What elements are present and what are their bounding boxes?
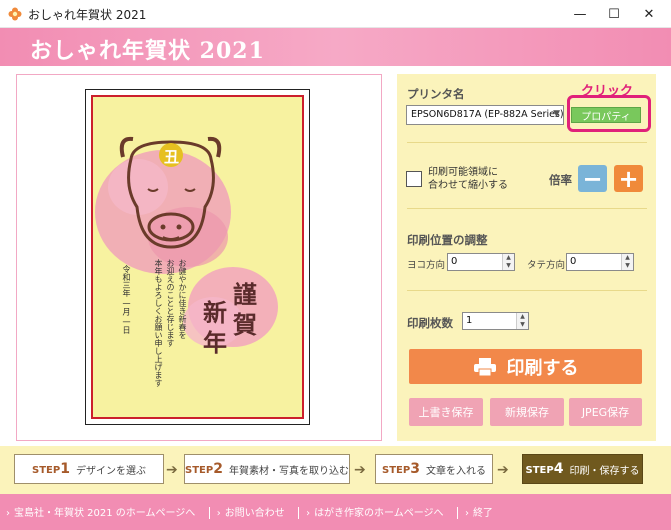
step-number: STEP2 (185, 461, 223, 477)
contact-link[interactable]: お問い合わせ (225, 508, 285, 519)
arrow-right-icon: ➔ (354, 462, 366, 478)
footer-chevron-icon: › (6, 508, 10, 519)
printer-select[interactable]: EPSON6D817A (EP-882A Series) ▼ (406, 105, 564, 125)
artist-homepage-link[interactable]: はがき作家のホームページへ (314, 508, 444, 519)
window-title: おしゃれ年賀状 2021 (28, 8, 147, 22)
fit-printable-area-checkbox[interactable] (406, 171, 422, 187)
homepage-link[interactable]: 宝島社・年賀状 2021 のホームページへ (14, 508, 195, 519)
postcard-canvas: 丑 謹 賀 新 年 お健やかに佳き新春を お迎えのことと存じます 本年もよろしく… (91, 95, 304, 419)
vertical-offset-input[interactable]: 0 ▲ ▼ (566, 253, 634, 271)
separator (297, 507, 299, 519)
jpeg-save-button[interactable]: JPEG保存 (569, 398, 642, 426)
fit-label-line1: 印刷可能領域に (428, 167, 498, 178)
spin-arrows-icon[interactable]: ▲ ▼ (621, 254, 633, 270)
greeting-date: 令和三年 一月 一日 (122, 265, 131, 335)
printer-select-value: EPSON6D817A (EP-882A Series) (411, 109, 564, 120)
vertical-label: タテ方向 (527, 260, 566, 271)
footer-chevron-icon: › (216, 508, 221, 519)
copies-input[interactable]: 1 ▲ ▼ (462, 312, 529, 330)
ox-illustration (95, 136, 278, 347)
horizontal-label: ヨコ方向 (407, 260, 446, 271)
print-button[interactable]: 印刷する (409, 349, 642, 384)
zoom-out-button[interactable]: − (578, 165, 607, 193)
step-label: 年賀素材・写真を取り込む (228, 465, 349, 477)
step-number: STEP4 (525, 461, 564, 477)
ox-stamp-text: 丑 (164, 148, 180, 166)
arrow-right-icon: ➔ (497, 462, 509, 478)
chevron-down-icon: ▼ (553, 109, 560, 119)
step-3-button[interactable]: STEP3 文章を入れる (375, 454, 493, 484)
new-save-button[interactable]: 新規保存 (490, 398, 564, 426)
step-number: STEP3 (382, 461, 420, 477)
step-label: 印刷・保存する (569, 465, 640, 477)
separator (456, 507, 458, 519)
window-titlebar: おしゃれ年賀状 2021 — ☐ ✕ (0, 0, 671, 28)
postcard-preview: 丑 謹 賀 新 年 お健やかに佳き新春を お迎えのことと存じます 本年もよろしく… (85, 89, 310, 425)
greeting-char: 年 (203, 328, 227, 357)
click-highlight-frame (567, 95, 651, 132)
app-flower-icon (8, 7, 22, 21)
scale-label: 倍率 (549, 173, 572, 187)
fit-printable-area-label: 印刷可能領域に 合わせて縮小する (428, 166, 508, 192)
divider (407, 142, 647, 143)
divider (407, 208, 647, 209)
copies-label: 印刷枚数 (407, 316, 453, 330)
app-header: おしゃれ年賀状 2021 (0, 28, 671, 66)
copies-value: 1 (466, 315, 473, 326)
horizontal-offset-value: 0 (451, 256, 458, 267)
vertical-offset-value: 0 (570, 256, 577, 267)
spin-arrows-icon[interactable]: ▲ ▼ (516, 313, 528, 329)
printer-label: プリンタ名 (407, 87, 465, 101)
divider (407, 290, 647, 291)
overwrite-save-button[interactable]: 上書き保存 (409, 398, 483, 426)
horizontal-offset-input[interactable]: 0 ▲ ▼ (447, 253, 515, 271)
exit-link[interactable]: 終了 (473, 508, 493, 519)
arrow-right-icon: ➔ (166, 462, 178, 478)
fit-label-line2: 合わせて縮小する (428, 180, 508, 191)
footer-bar: › 宝島社・年賀状 2021 のホームページへ › お問い合わせ › はがき作家のホー… (0, 494, 671, 530)
app-logo: おしゃれ年賀状 2021 (30, 38, 265, 64)
greeting-char: 賀 (233, 310, 257, 339)
greeting-line: 本年もよろしくお願い申し上げます (154, 259, 163, 387)
step-label: 文章を入れる (425, 465, 486, 477)
step-navigation: STEP1 デザインを選ぶ ➔ STEP2 年賀素材・写真を取り込む ➔ STE… (0, 446, 671, 494)
printer-icon (473, 357, 496, 376)
close-button[interactable]: ✕ (627, 0, 671, 28)
footer-chevron-icon: › (464, 508, 469, 519)
spin-arrows-icon[interactable]: ▲ ▼ (502, 254, 514, 270)
footer-links: › 宝島社・年賀状 2021 のホームページへ › お問い合わせ › はがき作家のホー… (6, 504, 497, 519)
greeting-line: お迎えのことと存じます (166, 259, 175, 347)
step-2-button[interactable]: STEP2 年賀素材・写真を取り込む (184, 454, 350, 484)
footer-chevron-icon: › (306, 508, 311, 519)
step-1-button[interactable]: STEP1 デザインを選ぶ (14, 454, 164, 484)
greeting-line: お健やかに佳き新春を (178, 259, 187, 339)
separator (208, 507, 210, 519)
step-number: STEP1 (32, 461, 70, 477)
step-label: デザインを選ぶ (75, 465, 146, 477)
step-4-button[interactable]: STEP4 印刷・保存する (522, 454, 643, 484)
position-adjust-label: 印刷位置の調整 (407, 233, 488, 247)
click-annotation: クリック (581, 84, 634, 99)
print-button-label: 印刷する (506, 357, 579, 379)
zoom-in-button[interactable]: + (614, 165, 643, 193)
